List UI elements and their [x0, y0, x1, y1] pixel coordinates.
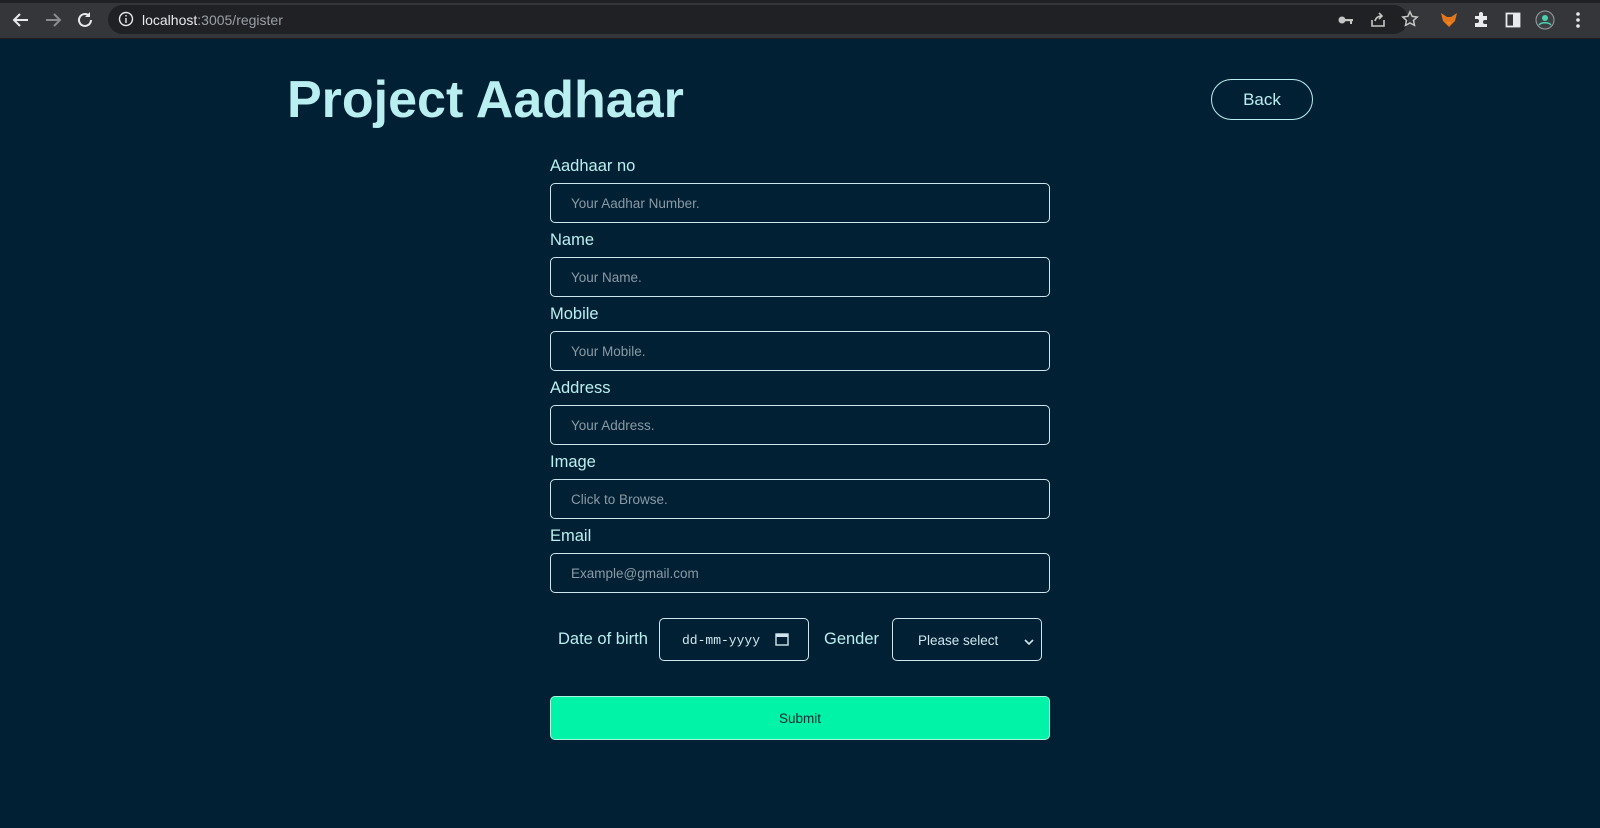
fox-extension-icon[interactable]: [1437, 8, 1461, 32]
page-title: Project Aadhaar: [287, 71, 684, 129]
email-label: Email: [550, 527, 592, 545]
dob-input[interactable]: dd-mm-yyyy: [659, 618, 809, 661]
gender-selected: Please select: [918, 633, 999, 648]
info-icon[interactable]: [118, 11, 134, 32]
reload-icon[interactable]: [73, 8, 97, 32]
url-host: localhost: [142, 12, 198, 28]
name-input[interactable]: [550, 257, 1050, 297]
tab-strip: [0, 0, 1600, 3]
calendar-icon[interactable]: [775, 632, 789, 651]
kebab-menu-icon[interactable]: [1566, 8, 1590, 32]
name-label: Name: [550, 231, 595, 249]
forward-arrow-icon[interactable]: [41, 8, 65, 32]
url-path: :3005/register: [197, 12, 283, 28]
dob-value: dd-mm-yyyy: [682, 633, 761, 648]
chevron-down-icon: [1024, 634, 1034, 652]
mobile-label: Mobile: [550, 305, 599, 323]
puzzle-extension-icon[interactable]: [1469, 8, 1493, 32]
back-arrow-icon[interactable]: [9, 8, 33, 32]
star-icon[interactable]: [1401, 10, 1419, 33]
aadhaar-input[interactable]: [550, 183, 1050, 223]
profile-avatar-icon[interactable]: [1533, 8, 1557, 32]
address-bar[interactable]: localhost:3005/register: [108, 5, 1419, 34]
submit-button[interactable]: Submit: [550, 696, 1050, 740]
share-icon[interactable]: [1369, 11, 1387, 34]
dob-gender-row: Date of birth dd-mm-yyyy Gender Please s…: [550, 618, 1050, 661]
gender-label: Gender: [824, 630, 880, 648]
side-panel-icon[interactable]: [1501, 8, 1525, 32]
image-label: Image: [550, 453, 596, 471]
register-form: Aadhaar no Name Mobile Address Image Ema…: [550, 157, 1050, 601]
gender-select[interactable]: Please select: [892, 618, 1042, 661]
mobile-input[interactable]: [550, 331, 1050, 371]
email-input[interactable]: [550, 553, 1050, 593]
key-icon[interactable]: [1338, 13, 1354, 32]
register-page: Project Aadhaar Back Aadhaar no Name Mob…: [0, 39, 1600, 828]
image-input[interactable]: [550, 479, 1050, 519]
aadhaar-label: Aadhaar no: [550, 157, 636, 175]
url-text: localhost:3005/register: [142, 12, 283, 28]
back-button[interactable]: Back: [1211, 79, 1313, 120]
dob-label: Date of birth: [558, 630, 648, 648]
browser-toolbar: localhost:3005/register: [0, 0, 1600, 39]
address-label: Address: [550, 379, 611, 397]
address-input[interactable]: [550, 405, 1050, 445]
